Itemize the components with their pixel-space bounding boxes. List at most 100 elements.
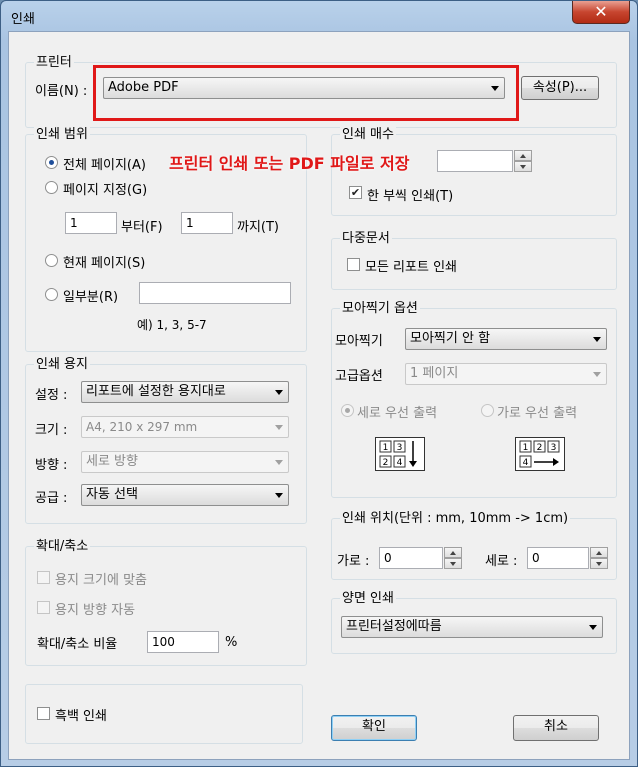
vertical-icon-cell-2: 3	[397, 443, 403, 453]
advanced-options-select[interactable]: 1 페이지	[405, 363, 607, 385]
paper-size-label: 크기 :	[35, 423, 68, 438]
spin-down-icon[interactable]	[514, 161, 532, 172]
print-range-group-label: 인쇄 범위	[34, 127, 90, 142]
page-range-radio[interactable]	[45, 181, 58, 194]
vertical-icon-cell-3: 2	[383, 458, 389, 468]
vertical-icon-cell-1: 1	[383, 443, 389, 453]
paper-source-value: 자동 선택	[86, 487, 138, 502]
page-from-label: 부터(F)	[121, 220, 163, 235]
paper-size-value: A4, 210 x 297 mm	[86, 420, 198, 434]
page-to-input[interactable]: 1	[181, 212, 233, 234]
current-page-radio[interactable]	[45, 254, 58, 267]
paper-source-label: 공급 :	[35, 491, 68, 506]
partial-radio[interactable]	[45, 288, 58, 301]
paper-setting-value: 리포트에 설정한 용지대로	[86, 384, 226, 399]
paper-orientation-label: 방향 :	[35, 458, 68, 473]
duplex-value: 프린터설정에따름	[346, 619, 442, 634]
nup-select[interactable]: 모아찍기 안 함	[405, 328, 607, 350]
spin-down-icon[interactable]	[590, 558, 608, 569]
horizontal-first-radio[interactable]	[481, 404, 494, 417]
scale-group-label: 확대/축소	[34, 539, 91, 554]
horizontal-icon-cell-2: 2	[537, 443, 543, 453]
all-reports-checkbox[interactable]	[347, 258, 360, 271]
copies-spinner[interactable]	[514, 150, 532, 172]
chevron-down-icon	[593, 372, 601, 377]
fit-paper-checkbox[interactable]	[37, 571, 50, 584]
vertical-icon-cell-4: 4	[397, 458, 403, 468]
all-pages-radio[interactable]	[45, 156, 58, 169]
chevron-down-icon	[275, 493, 283, 498]
vertical-first-label[interactable]: 세로 우선 출력	[357, 402, 437, 421]
partial-range-example: 예) 1, 3, 5-7	[137, 318, 207, 332]
ok-button[interactable]: 확인	[331, 715, 417, 741]
multi-document-group-label: 다중문서	[340, 231, 392, 246]
horizontal-first-label[interactable]: 가로 우선 출력	[497, 402, 577, 421]
duplex-group-label: 양면 인쇄	[340, 591, 396, 606]
paper-setting-label: 설정 :	[35, 388, 68, 403]
paper-size-select[interactable]: A4, 210 x 297 mm	[81, 416, 289, 438]
chevron-down-icon	[593, 337, 601, 342]
horizontal-position-label: 가로 :	[337, 554, 370, 569]
page-range-label[interactable]: 페이지 지정(G)	[63, 179, 147, 198]
all-reports-label[interactable]: 모든 리포트 인쇄	[365, 256, 457, 275]
chevron-down-icon	[275, 425, 283, 430]
monochrome-checkbox[interactable]	[37, 707, 50, 720]
chevron-down-icon	[275, 460, 283, 465]
scale-percent-label: %	[225, 635, 238, 650]
horizontal-icon-cell-4: 4	[523, 458, 529, 468]
window-title: 인쇄	[11, 12, 35, 27]
horizontal-position-input[interactable]: 0	[379, 547, 443, 569]
spin-up-icon[interactable]	[444, 547, 462, 558]
title-bar[interactable]: 인쇄 ✕	[1, 1, 637, 31]
vertical-position-input[interactable]: 0	[527, 547, 589, 569]
collate-label[interactable]: 한 부씩 인쇄(T)	[367, 185, 453, 204]
spin-down-icon[interactable]	[444, 558, 462, 569]
partial-range-input[interactable]	[139, 282, 291, 304]
chevron-down-icon	[589, 625, 597, 630]
collate-checkbox[interactable]: ✔	[349, 186, 362, 199]
advanced-options-label: 고급옵션	[335, 369, 383, 384]
annotation-highlight-box	[93, 65, 519, 121]
nup-value: 모아찍기 안 함	[410, 331, 491, 346]
duplex-select[interactable]: 프린터설정에따름	[341, 616, 603, 638]
current-page-label[interactable]: 현재 페이지(S)	[63, 252, 145, 271]
horizontal-icon-cell-3: 3	[551, 443, 557, 453]
annotation-text: 프린터 인쇄 또는 PDF 파일로 저장	[169, 154, 410, 173]
copies-input[interactable]	[437, 150, 513, 172]
auto-orientation-checkbox[interactable]	[37, 601, 50, 614]
scale-ratio-input[interactable]: 100	[147, 631, 219, 653]
vertical-first-radio[interactable]	[341, 404, 354, 417]
nup-options-group-label: 모아찍기 옵션	[340, 301, 420, 316]
print-dialog-window: 인쇄 ✕ 프린터 이름(N) : Adobe PDF 속성(P)... 인쇄 범…	[0, 0, 638, 767]
advanced-options-value: 1 페이지	[410, 366, 459, 381]
vertical-order-icon: 1 3 2 4	[375, 437, 425, 471]
paper-orientation-select[interactable]: 세로 방향	[81, 451, 289, 473]
spin-up-icon[interactable]	[590, 547, 608, 558]
copies-group-label: 인쇄 매수	[340, 127, 396, 142]
fit-paper-label[interactable]: 용지 크기에 맞춤	[55, 569, 147, 588]
partial-label[interactable]: 일부분(R)	[63, 286, 118, 305]
paper-group-label: 인쇄 용지	[34, 357, 90, 372]
print-position-group-label: 인쇄 위치(단위 : mm, 10mm -> 1cm)	[340, 511, 571, 526]
horizontal-order-icon: 1 2 3 4	[515, 437, 565, 471]
page-from-input[interactable]: 1	[65, 212, 117, 234]
all-pages-label[interactable]: 전체 페이지(A)	[63, 154, 146, 173]
monochrome-label[interactable]: 흑백 인쇄	[55, 705, 107, 724]
dialog-client-area: 프린터 이름(N) : Adobe PDF 속성(P)... 인쇄 범위 전체 …	[8, 31, 630, 760]
nup-label: 모아찍기	[335, 334, 383, 349]
cancel-button[interactable]: 취소	[513, 715, 599, 741]
paper-setting-select[interactable]: 리포트에 설정한 용지대로	[81, 381, 289, 403]
auto-orientation-label[interactable]: 용지 방향 자동	[55, 599, 135, 618]
vertical-position-spinner[interactable]	[590, 547, 608, 569]
page-to-label: 까지(T)	[237, 220, 280, 235]
printer-name-label: 이름(N) :	[35, 84, 88, 99]
horizontal-position-spinner[interactable]	[444, 547, 462, 569]
printer-group-label: 프린터	[34, 55, 74, 70]
spin-up-icon[interactable]	[514, 150, 532, 161]
horizontal-icon-cell-1: 1	[523, 443, 529, 453]
vertical-position-label: 세로 :	[485, 554, 518, 569]
close-button[interactable]: ✕	[572, 1, 630, 24]
scale-ratio-label: 확대/축소 비율	[37, 637, 118, 652]
printer-properties-button[interactable]: 속성(P)...	[521, 76, 599, 100]
paper-source-select[interactable]: 자동 선택	[81, 484, 289, 506]
